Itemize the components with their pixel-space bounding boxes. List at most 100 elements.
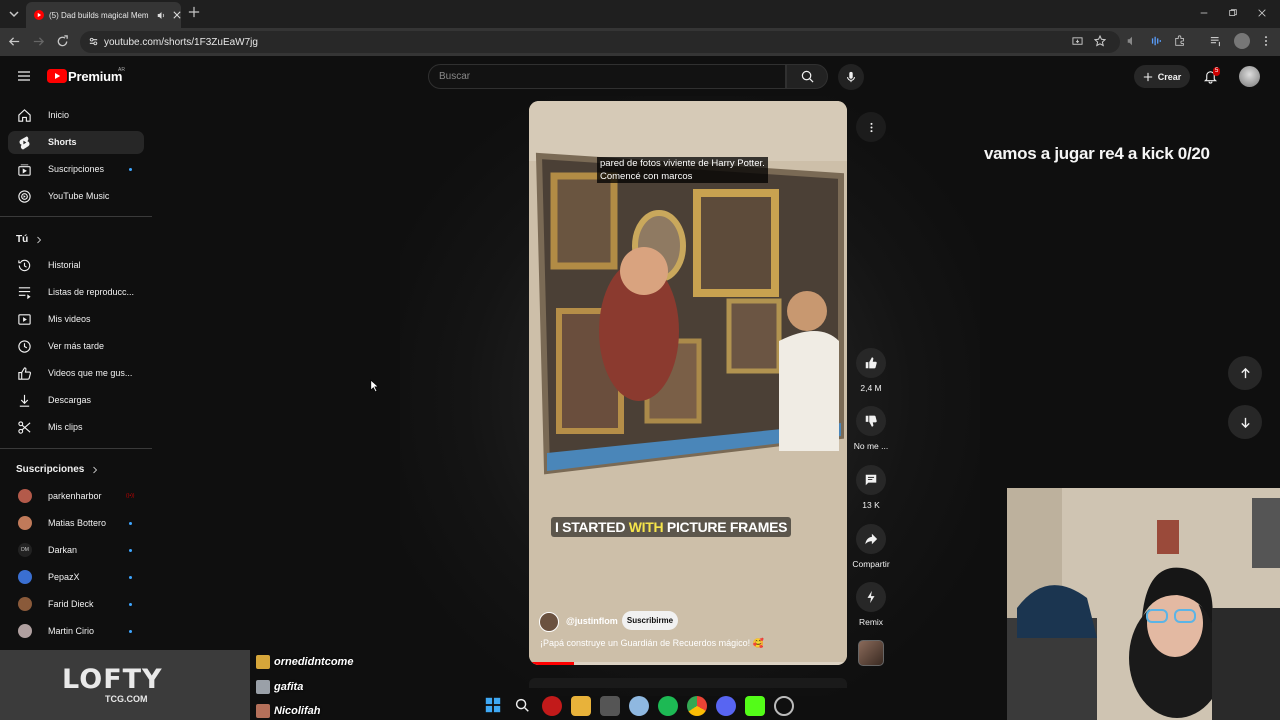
subscription-item[interactable]: DM Darkan — [8, 539, 144, 562]
profile-avatar[interactable] — [1234, 33, 1250, 49]
taskbar-app-icon[interactable] — [774, 696, 794, 716]
taskbar-app-icon[interactable] — [542, 696, 562, 716]
like-button[interactable] — [856, 348, 886, 378]
channel-handle-link[interactable]: @justinflom — [566, 616, 618, 626]
bookmark-star-icon[interactable] — [1094, 35, 1106, 47]
sidebar-item-label: Mis clips — [48, 422, 83, 432]
gifter-item: ornedidntcome — [256, 655, 353, 669]
taskbar-search-icon[interactable] — [513, 696, 533, 716]
tab-close-icon[interactable] — [173, 11, 181, 19]
watch-later-icon — [17, 339, 32, 354]
voice-search-button[interactable] — [838, 64, 864, 90]
search-button[interactable] — [786, 64, 828, 89]
url-field[interactable]: youtube.com/shorts/1F3ZuEaW7jg — [80, 31, 1120, 53]
share-button[interactable] — [856, 524, 886, 554]
extension-audio-icon[interactable] — [1150, 35, 1164, 49]
you-section-heading[interactable]: Tú — [16, 234, 42, 245]
spotify-icon[interactable] — [658, 696, 678, 716]
install-app-icon[interactable] — [1072, 36, 1083, 47]
subscription-item[interactable]: Matias Bottero — [8, 512, 144, 535]
shorts-video-player[interactable]: pared de fotos viviente de Harry Potter.… — [529, 101, 847, 665]
tab-search-icon[interactable] — [6, 6, 22, 22]
kick-icon[interactable] — [745, 696, 765, 716]
site-info-icon[interactable] — [88, 36, 99, 47]
sidebar-item-liked-videos[interactable]: Videos que me gus... — [8, 362, 144, 385]
tab-audio-icon[interactable] — [157, 11, 166, 20]
subscription-item[interactable]: Martin Cirio — [8, 620, 144, 643]
back-icon[interactable] — [8, 35, 22, 49]
guide-menu-icon[interactable] — [16, 68, 32, 84]
dislike-button[interactable] — [856, 406, 886, 436]
channel-avatar — [18, 597, 32, 611]
sidebar-item-label: Ver más tarde — [48, 341, 105, 351]
sidebar-item-my-videos[interactable]: Mis videos — [8, 308, 144, 331]
sidebar-item-home[interactable]: Inicio — [8, 104, 144, 127]
next-short-preview[interactable] — [529, 678, 847, 688]
sidebar-item-label: Suscripciones — [48, 164, 105, 174]
subscribe-button[interactable]: Suscribirme — [622, 611, 678, 630]
sidebar-item-subscriptions[interactable]: Suscripciones — [8, 158, 144, 181]
streamer-webcam — [1007, 488, 1280, 720]
subscriptions-section-heading[interactable]: Suscripciones — [16, 464, 98, 475]
more-options-button[interactable] — [856, 112, 886, 142]
file-explorer-icon[interactable] — [571, 696, 591, 716]
taskbar-app-icon[interactable] — [629, 696, 649, 716]
create-button[interactable]: Crear — [1134, 65, 1190, 88]
search-input[interactable]: Buscar — [428, 64, 786, 89]
arrow-up-icon — [1239, 367, 1252, 380]
forward-icon[interactable] — [32, 35, 46, 49]
restore-icon[interactable] — [1228, 8, 1240, 20]
history-icon — [17, 258, 32, 273]
sidebar-item-downloads[interactable]: Descargas — [8, 389, 144, 412]
extensions-puzzle-icon[interactable] — [1174, 35, 1188, 49]
logo-premium-text[interactable]: Premium — [68, 69, 122, 84]
gifter-name: Nicolifah — [274, 705, 321, 717]
video-progress-bar[interactable] — [529, 662, 847, 665]
browser-tab-active[interactable]: (5) Dad builds magical Mem — [26, 2, 181, 28]
channel-avatar[interactable] — [539, 612, 559, 632]
more-vert-icon — [866, 122, 877, 133]
sidebar-item-shorts[interactable]: Shorts — [8, 131, 144, 154]
extension-mute-icon[interactable] — [1126, 35, 1140, 49]
windows-start-icon[interactable] — [484, 696, 504, 716]
thumbs-down-icon — [864, 414, 878, 428]
you-heading-label: Tú — [16, 234, 29, 245]
subscription-item[interactable]: parkenharbor ((•)) — [8, 485, 144, 508]
chevron-right-icon — [92, 466, 98, 474]
new-content-dot — [129, 522, 132, 525]
browser-menu-icon[interactable] — [1260, 35, 1274, 49]
comments-button[interactable] — [856, 465, 886, 495]
sidebar-item-youtube-music[interactable]: YouTube Music — [8, 185, 144, 208]
taskbar-app-icon[interactable] — [600, 696, 620, 716]
subscription-item[interactable]: Farid Dieck — [8, 593, 144, 616]
arrow-down-icon — [1239, 416, 1252, 429]
comment-count: 13 K — [862, 500, 880, 510]
sidebar-item-playlists[interactable]: Listas de reproducc... — [8, 281, 144, 304]
subscription-item[interactable]: PepazX — [8, 566, 144, 589]
close-window-icon[interactable] — [1257, 8, 1269, 20]
youtube-favicon-icon — [34, 10, 44, 20]
gifter-name: ornedidntcome — [274, 656, 354, 668]
masthead: Premium AR Buscar Crear 5 — [0, 56, 1280, 96]
new-content-dot — [129, 168, 132, 171]
sidebar-item-label: Videos que me gus... — [48, 368, 133, 378]
youtube-logo-icon[interactable] — [47, 69, 67, 83]
burned-in-caption: I STARTED WITH PICTURE FRAMES — [551, 517, 792, 537]
shorts-icon — [17, 135, 32, 150]
previous-short-button[interactable] — [1228, 356, 1262, 390]
video-title[interactable]: ¡Papá construye un Guardián de Recuerdos… — [540, 638, 764, 649]
discord-icon[interactable] — [716, 696, 736, 716]
remix-button[interactable] — [856, 582, 886, 612]
minimize-icon[interactable] — [1199, 8, 1211, 20]
new-tab-icon[interactable] — [188, 6, 202, 20]
sidebar-item-watch-later[interactable]: Ver más tarde — [8, 335, 144, 358]
sidebar-item-clips[interactable]: Mis clips — [8, 416, 144, 439]
media-controls-icon[interactable] — [1210, 35, 1224, 49]
sound-thumbnail[interactable] — [858, 640, 884, 666]
account-avatar[interactable] — [1239, 66, 1260, 87]
chrome-icon[interactable] — [687, 696, 707, 716]
sidebar-item-history[interactable]: Historial — [8, 254, 144, 277]
reload-icon[interactable] — [56, 35, 70, 49]
subscription-channel-name: Darkan — [48, 545, 78, 555]
next-short-button[interactable] — [1228, 405, 1262, 439]
